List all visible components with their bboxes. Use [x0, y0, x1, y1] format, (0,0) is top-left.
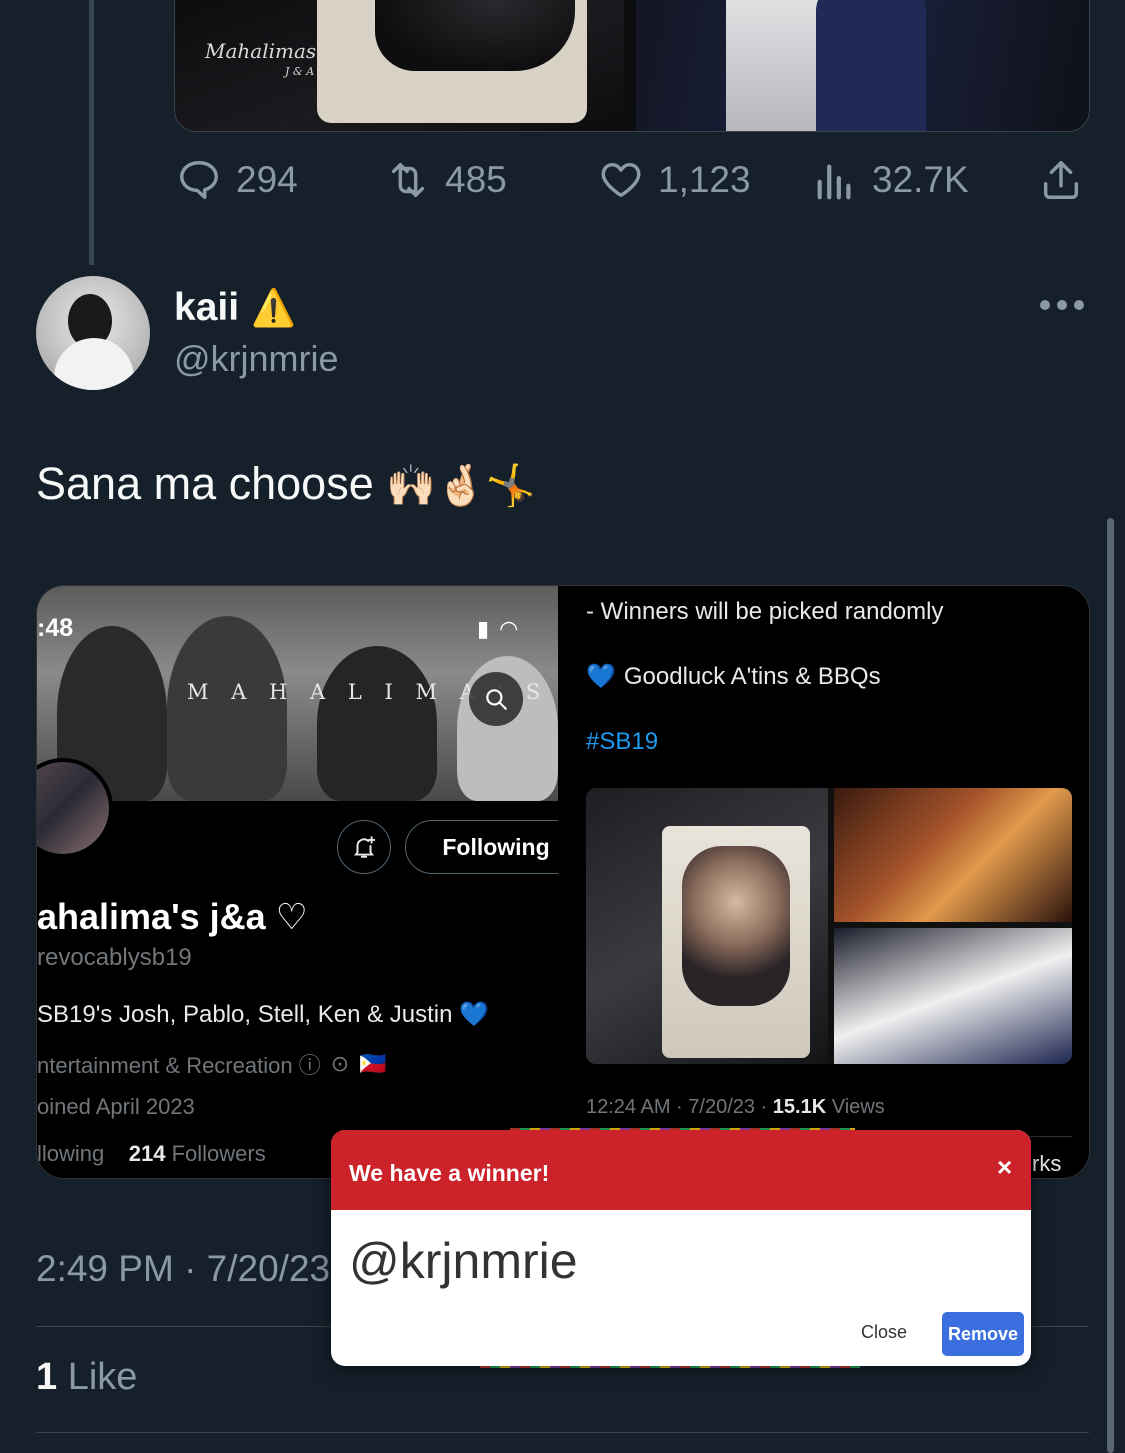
author-handle[interactable]: @krjnmrie: [174, 338, 339, 380]
views-button[interactable]: 32.7K: [812, 150, 969, 210]
views-count: 32.7K: [872, 159, 969, 200]
location-icon: ⊙: [330, 1051, 350, 1076]
author-name-text: kaii: [174, 286, 240, 329]
close-button[interactable]: Close: [861, 1322, 907, 1343]
embedded-views-label: Views: [831, 1096, 885, 1118]
following-tail: llowing: [37, 1141, 105, 1166]
profile-meta: ntertainment & Recreation ⓘ ⊙ 🇵🇭: [37, 1048, 387, 1080]
photo-2: [834, 788, 1072, 922]
tweet-timestamp[interactable]: 2:49 PM · 7/20/23: [36, 1248, 330, 1290]
retweet-count: 485: [445, 159, 507, 200]
embedded-tail-text: rks: [1032, 1151, 1062, 1176]
reply-count: 294: [236, 159, 298, 200]
tweet-text: Sana ma choose 🙌🏻🤞🏻🤸: [36, 458, 536, 510]
heart-icon: [601, 162, 641, 198]
media-screenshot-tweet[interactable]: - Winners will be picked randomly 💙 Good…: [570, 586, 1089, 1178]
media-image-left[interactable]: Mahalimas J & A: [175, 0, 624, 131]
likes-label: Like: [67, 1356, 138, 1398]
followers-label: Followers: [171, 1141, 266, 1166]
tweet-text-body: Sana ma choose: [36, 458, 374, 509]
reply-icon: [180, 161, 218, 199]
share-icon: [1043, 161, 1079, 199]
likes-count: 1: [36, 1356, 58, 1398]
signal-icon: ▮: [477, 616, 490, 641]
thread-line: [89, 0, 94, 265]
profile-bio: SB19's Josh, Pablo, Stell, Ken & Justin …: [37, 1001, 490, 1028]
reply-button[interactable]: 294: [176, 150, 298, 210]
photocard-portrait: [682, 846, 790, 1006]
author-name[interactable]: kaii ⚠️: [174, 286, 296, 330]
embedded-tweet-time: 12:24 AM · 7/20/23 ·: [586, 1096, 773, 1118]
embedded-tweet-meta: 12:24 AM · 7/20/23 · 15.1K Views: [586, 1096, 885, 1119]
retweet-icon: [391, 162, 425, 198]
likes-summary[interactable]: 1 Like: [36, 1356, 137, 1399]
profile-joined: oined April 2023: [37, 1094, 195, 1119]
tweet-emojis: 🙌🏻🤞🏻🤸: [386, 464, 536, 508]
more-dot-icon: [1040, 300, 1050, 310]
avatar[interactable]: [36, 276, 150, 390]
profile-handle: revocablysb19: [37, 944, 192, 971]
status-time: :48: [37, 614, 74, 642]
close-icon[interactable]: ×: [997, 1152, 1012, 1183]
photocard: [662, 826, 810, 1058]
media-image-right[interactable]: [636, 0, 1089, 131]
share-button[interactable]: [1038, 150, 1084, 210]
watermark: Mahalimas: [205, 39, 317, 63]
warning-icon: ⚠️: [251, 287, 296, 328]
like-button[interactable]: 1,123: [598, 150, 751, 210]
embedded-tweet-line1: - Winners will be picked randomly: [586, 598, 944, 625]
banner-person: [317, 646, 437, 801]
retweet-button[interactable]: 485: [385, 150, 507, 210]
jacket-shape: [375, 0, 575, 71]
embedded-tweet-line2: 💙 Goodluck A'tins & BBQs: [586, 662, 881, 691]
winner-dialog: We have a winner! × @krjnmrie Close Remo…: [331, 1130, 1031, 1366]
embedded-views-count: 15.1K: [772, 1096, 827, 1118]
divider: [36, 1432, 1089, 1433]
remove-button[interactable]: Remove: [942, 1312, 1024, 1356]
search-button[interactable]: [469, 672, 523, 726]
more-dot-icon: [1057, 300, 1067, 310]
status-icons: ▮ ◠: [477, 616, 518, 642]
embedded-tweet-line2-text: Goodluck A'tins & BBQs: [623, 662, 881, 690]
notification-button[interactable]: [337, 820, 391, 874]
photo-1: [586, 788, 828, 1064]
banner-person: [167, 616, 287, 801]
dialog-header: We have a winner! ×: [331, 1130, 1031, 1210]
wifi-icon: ◠: [499, 616, 519, 641]
embedded-tweet-photos[interactable]: [586, 788, 1072, 1064]
following-button[interactable]: Following: [405, 820, 558, 874]
tweet-media[interactable]: M A H A L I M A ' S :48 ▮ ◠ Following ah…: [36, 585, 1090, 1179]
profile-follow-counts: llowing 214 Followers: [37, 1141, 266, 1167]
watermark-sub: J & A: [285, 65, 315, 78]
scrollbar[interactable]: [1107, 518, 1114, 1453]
more-options-button[interactable]: [1040, 300, 1084, 310]
views-icon: [817, 164, 851, 200]
profile-name: ahalima's j&a ♡: [37, 896, 308, 937]
search-icon: [486, 689, 507, 710]
media-screenshot-profile[interactable]: M A H A L I M A ' S :48 ▮ ◠ Following ah…: [37, 586, 558, 1178]
avatar-body: [54, 338, 134, 390]
followers-count: 214: [128, 1141, 166, 1166]
more-dot-icon: [1074, 300, 1084, 310]
previous-tweet-media[interactable]: Mahalimas J & A: [174, 0, 1090, 132]
dialog-title: We have a winner!: [349, 1160, 550, 1186]
profile-category: ntertainment & Recreation ⓘ: [37, 1053, 321, 1078]
photo-3: [834, 928, 1072, 1064]
winner-handle: @krjnmrie: [349, 1233, 578, 1289]
coat-shape: [816, 0, 926, 131]
bell-plus-icon: [353, 836, 376, 858]
profile-flag: 🇵🇭: [359, 1051, 387, 1076]
like-count: 1,123: [658, 159, 751, 200]
hashtag-link[interactable]: #SB19: [586, 728, 658, 756]
blue-heart-icon: 💙: [586, 663, 616, 690]
